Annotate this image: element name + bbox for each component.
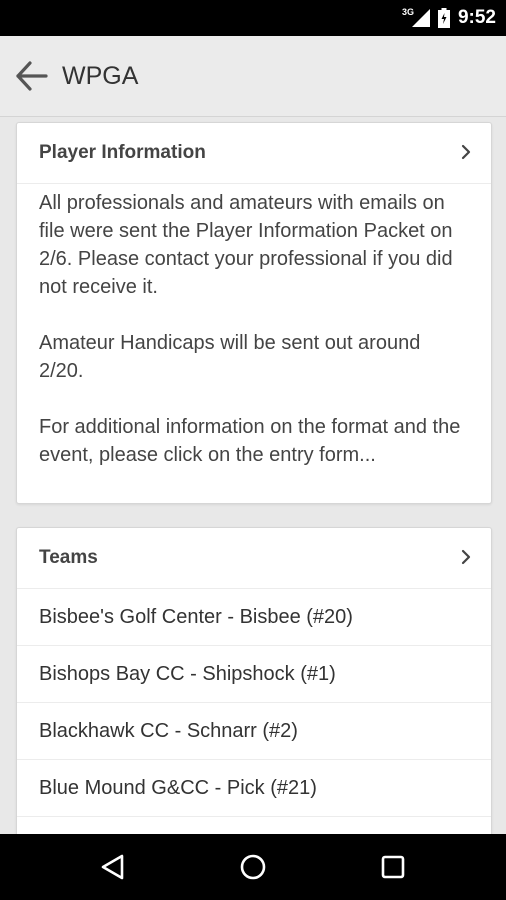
status-icons: 3G 9:52 <box>402 0 496 36</box>
teams-card: Teams Bisbee's Golf Center - Bisbee (#20… <box>16 527 492 834</box>
teams-header[interactable]: Teams <box>17 528 491 589</box>
content-scroll-area[interactable]: Player Information All professionals and… <box>0 117 506 834</box>
home-circle-icon[interactable] <box>238 852 268 882</box>
team-list-item[interactable]: Bisbee's Golf Center - Bisbee (#20) <box>17 589 491 646</box>
player-information-header[interactable]: Player Information <box>17 123 491 184</box>
chevron-right-icon <box>461 144 471 160</box>
player-information-title: Player Information <box>39 142 206 163</box>
status-bar: 3G 9:52 <box>0 0 506 36</box>
player-information-card: Player Information All professionals and… <box>16 122 492 504</box>
signal-icon <box>411 9 430 27</box>
team-list-item[interactable]: Bishops Bay CC - Shipshock (#1) <box>17 646 491 703</box>
battery-icon <box>437 8 450 28</box>
team-list-item[interactable]: Blue Mound G&CC - Pick (#21) <box>17 760 491 817</box>
app-bar: WPGA <box>0 36 506 117</box>
team-list-item[interactable]: Blackhawk CC - Schnarr (#2) <box>17 703 491 760</box>
navigation-bar <box>0 834 506 900</box>
info-paragraph: For additional information on the format… <box>39 416 461 466</box>
info-paragraph: Amateur Handicaps will be sent out aroun… <box>39 332 421 382</box>
back-triangle-icon[interactable] <box>98 852 128 882</box>
status-time: 9:52 <box>457 7 496 28</box>
player-information-body[interactable]: All professionals and amateurs with emai… <box>17 184 491 479</box>
info-paragraph: All professionals and amateurs with emai… <box>39 192 453 298</box>
recents-square-icon[interactable] <box>378 852 408 882</box>
chevron-right-icon <box>461 549 471 565</box>
arrow-left-icon[interactable] <box>14 58 50 94</box>
teams-title: Teams <box>39 547 98 568</box>
page-title: WPGA <box>62 62 139 90</box>
